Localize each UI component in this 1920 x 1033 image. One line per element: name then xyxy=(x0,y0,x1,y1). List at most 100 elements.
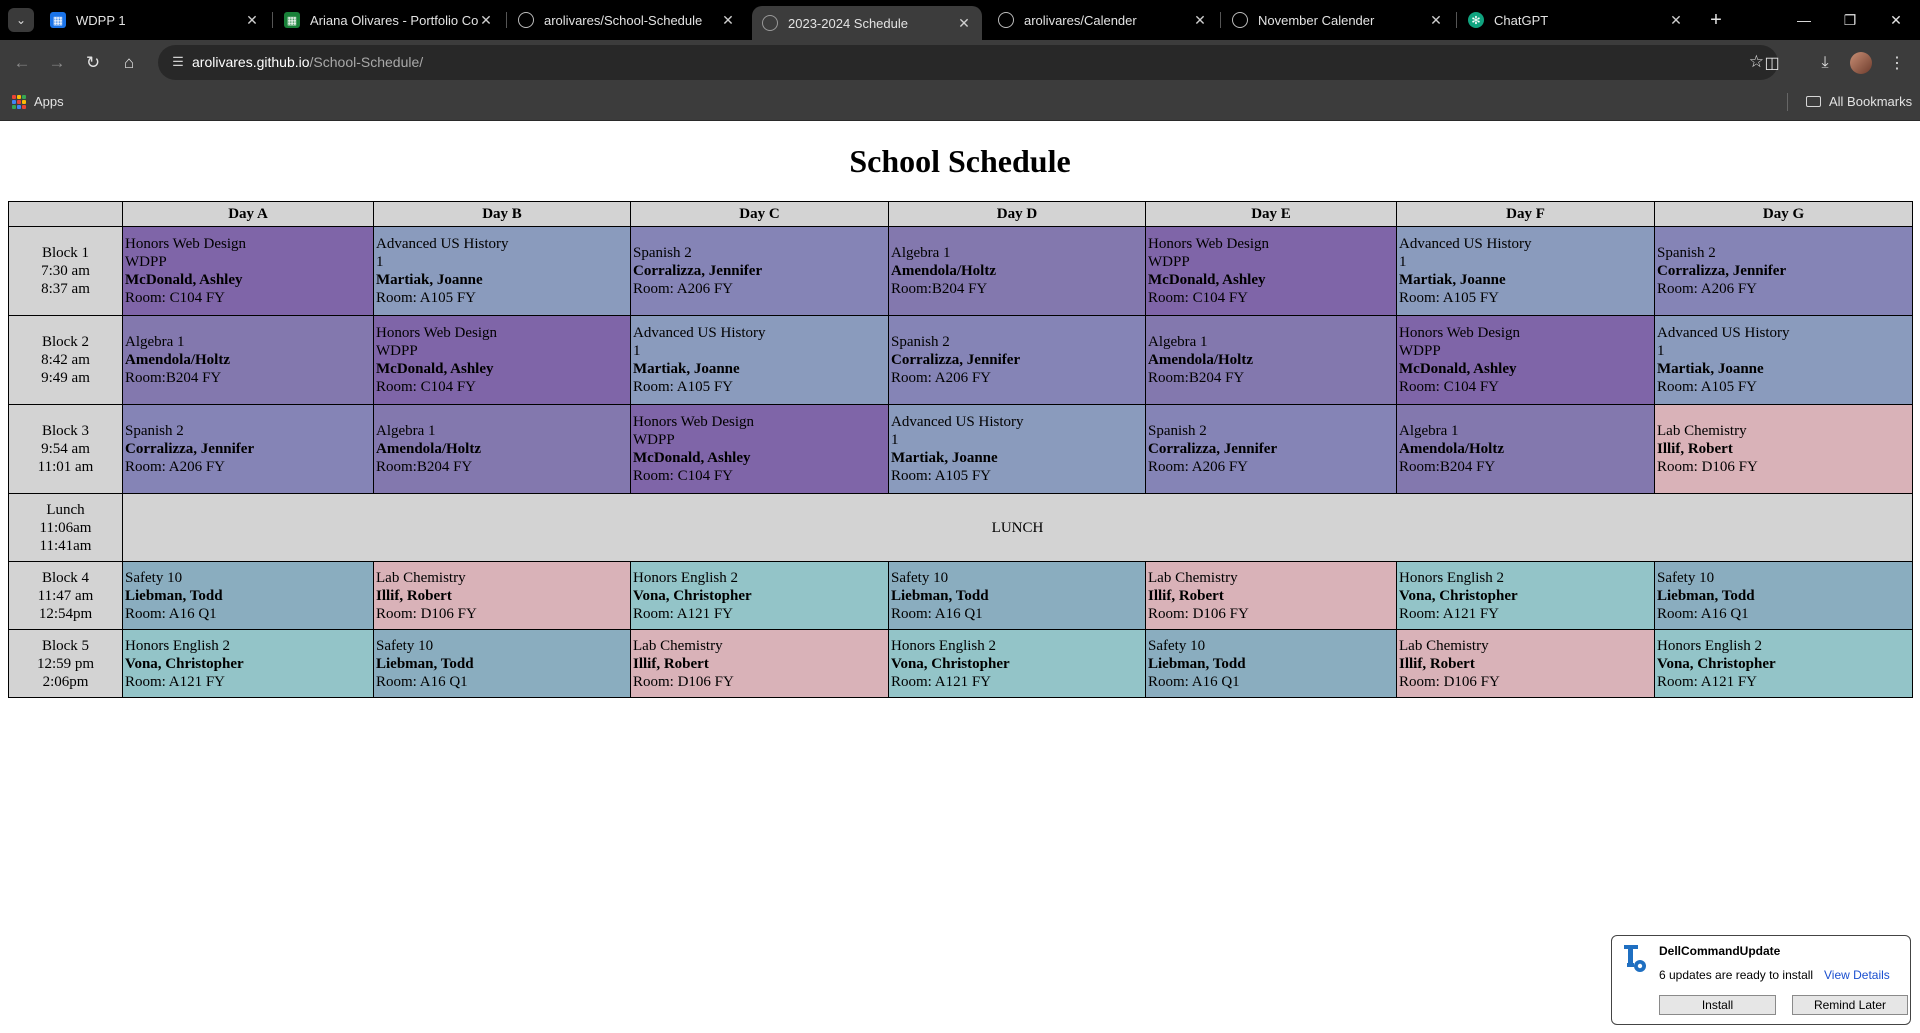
restore-button[interactable]: ❐ xyxy=(1832,8,1868,32)
site-icon: ▦ xyxy=(50,12,66,28)
minimize-button[interactable]: — xyxy=(1786,8,1822,32)
room-number: Room: A16 Q1 xyxy=(376,673,468,690)
tab-divider xyxy=(1220,12,1221,28)
all-bookmarks-button[interactable]: All Bookmarks xyxy=(1806,94,1912,109)
reload-button[interactable]: ↻ xyxy=(80,50,106,76)
close-icon[interactable]: ✕ xyxy=(1668,12,1684,29)
tab-wdpp[interactable]: ▦ WDPP 1 ✕ xyxy=(40,0,270,40)
close-icon[interactable]: ✕ xyxy=(720,12,736,29)
class-name: Spanish 2 xyxy=(891,334,950,350)
class-name: Honors English 2 xyxy=(1399,569,1504,586)
teacher-name: Liebman, Todd xyxy=(1657,587,1755,604)
room-number: Room:B204 FY xyxy=(125,370,222,386)
class-cell: Honors Web Design WDPP McDonald, Ashley Roo… xyxy=(373,315,631,405)
room-number: Room: A206 FY xyxy=(125,459,226,475)
bookmarks-divider xyxy=(1787,93,1788,111)
class-cell: Spanish 2 Corralizza, Jennifer Room: A206 … xyxy=(1654,226,1913,316)
home-icon: ⌂ xyxy=(123,53,135,72)
install-button[interactable]: Install xyxy=(1659,995,1776,1015)
tab-label: ChatGPT xyxy=(1494,12,1549,28)
site-info-icon[interactable]: ☰ xyxy=(170,54,186,70)
home-button[interactable]: ⌂ xyxy=(116,50,142,76)
close-icon[interactable]: ✕ xyxy=(244,12,260,29)
address-bar[interactable]: ☰ arolivares.github.io/School-Schedule/ … xyxy=(158,45,1778,80)
room-number: Room: A121 FY xyxy=(125,673,226,690)
forward-button[interactable]: → xyxy=(44,50,70,76)
remind-later-button[interactable]: Remind Later xyxy=(1792,995,1908,1015)
teacher-name: Vona, Christopher xyxy=(891,655,1010,672)
teacher-name: Martiak, Joanne xyxy=(1657,361,1764,377)
teacher-name: Vona, Christopher xyxy=(633,587,752,604)
class-cell: Safety 10 Liebman, Todd Room: A16 Q1 xyxy=(373,629,631,698)
menu-button[interactable]: ⋮ xyxy=(1884,50,1910,76)
close-icon: ✕ xyxy=(1890,11,1902,28)
close-icon[interactable]: ✕ xyxy=(478,12,494,29)
class-cell: Advanced US History 1 Martiak, Joanne Room:… xyxy=(1654,315,1913,405)
class-cell: Spanish 2 Corralizza, Jennifer Room: A206 … xyxy=(630,226,889,316)
schedule-table: Day A Day B Day C Day D Day E Day F Day … xyxy=(8,201,1913,698)
class-name: Lab Chemistry xyxy=(633,637,723,654)
class-name: Safety 10 xyxy=(376,637,434,654)
teacher-name: Corralizza, Jennifer xyxy=(1657,263,1787,279)
extensions-button[interactable]: ◫ xyxy=(1759,50,1785,76)
class-section: WDPP xyxy=(633,432,675,448)
url-text[interactable]: arolivares.github.io/School-Schedule/ xyxy=(192,54,423,70)
chatgpt-icon: ✻ xyxy=(1468,12,1484,28)
tab-search-button[interactable]: ⌄ xyxy=(8,8,34,32)
class-name: Lab Chemistry xyxy=(1657,423,1747,439)
tab-chatgpt[interactable]: ✻ ChatGPT ✕ xyxy=(1458,0,1694,40)
tab-school-schedule-repo[interactable]: arolivares/School-Schedule ✕ xyxy=(508,0,746,40)
globe-icon xyxy=(1232,12,1248,28)
profile-avatar[interactable] xyxy=(1850,52,1872,74)
close-icon[interactable]: ✕ xyxy=(1192,12,1208,29)
more-vert-icon: ⋮ xyxy=(1889,55,1905,72)
teacher-name: Amendola/Holtz xyxy=(125,352,230,368)
tab-2023-2024-schedule[interactable]: 2023-2024 Schedule ✕ xyxy=(752,6,982,40)
teacher-name: Vona, Christopher xyxy=(1399,587,1518,604)
class-cell: Spanish 2 Corralizza, Jennifer Room: A206 … xyxy=(888,315,1146,405)
teacher-name: Illif, Robert xyxy=(376,587,452,604)
class-name: Spanish 2 xyxy=(633,245,692,261)
block-time: 11:01 am xyxy=(37,459,94,475)
room-number: Room: C104 FY xyxy=(1399,379,1500,395)
day-header: Day A xyxy=(122,201,374,227)
block-time-cell: Block 3 9:54 am 11:01 am xyxy=(8,404,123,494)
class-section: 1 xyxy=(376,254,384,270)
tab-label: 2023-2024 Schedule xyxy=(788,15,908,31)
view-details-link[interactable]: View Details xyxy=(1824,968,1890,982)
reload-icon: ↻ xyxy=(85,53,101,72)
room-number: Room: A105 FY xyxy=(633,379,734,395)
apps-bookmark[interactable]: Apps xyxy=(12,94,64,109)
downloads-button[interactable]: ⤓ xyxy=(1812,50,1838,76)
class-name: Algebra 1 xyxy=(125,334,185,350)
tab-label: arolivares/School-Schedule xyxy=(544,12,703,28)
tab-divider xyxy=(506,12,507,28)
room-number: Room:B204 FY xyxy=(1148,370,1245,386)
room-number: Room: A105 FY xyxy=(1657,379,1758,395)
download-icon: ⤓ xyxy=(1821,54,1829,71)
class-section: WDPP xyxy=(376,343,418,359)
url-path: /School-Schedule/ xyxy=(309,54,424,70)
new-tab-button[interactable]: + xyxy=(1704,8,1728,32)
day-header: Day E xyxy=(1145,201,1397,227)
teacher-name: Corralizza, Jennifer xyxy=(633,263,763,279)
tab-calender-repo[interactable]: arolivares/Calender ✕ xyxy=(988,0,1218,40)
class-name: Advanced US History xyxy=(1399,236,1532,252)
day-header: Day D xyxy=(888,201,1146,227)
room-number: Room: A16 Q1 xyxy=(891,605,983,622)
room-number: Room: A16 Q1 xyxy=(125,605,217,622)
class-cell: Advanced US History 1 Martiak, Joanne Room:… xyxy=(373,226,631,316)
tab-portfolio[interactable]: ▦ Ariana Olivares - Portfolio Cont ✕ xyxy=(274,0,504,40)
class-cell: Algebra 1 Amendola/Holtz Room:B204 FY xyxy=(122,315,374,405)
restore-icon: ❐ xyxy=(1843,11,1857,28)
close-window-button[interactable]: ✕ xyxy=(1878,8,1914,32)
tab-november-calender[interactable]: November Calender ✕ xyxy=(1222,0,1454,40)
close-icon[interactable]: ✕ xyxy=(1428,12,1444,29)
class-name: Advanced US History xyxy=(1657,325,1790,341)
teacher-name: Corralizza, Jennifer xyxy=(891,352,1021,368)
close-icon[interactable]: ✕ xyxy=(956,15,972,32)
class-cell: Algebra 1 Amendola/Holtz Room:B204 FY xyxy=(373,404,631,494)
back-button[interactable]: ← xyxy=(9,50,35,76)
update-notification: DellCommandUpdate 6 updates are ready to… xyxy=(1611,935,1911,1025)
folder-icon xyxy=(1806,96,1821,107)
